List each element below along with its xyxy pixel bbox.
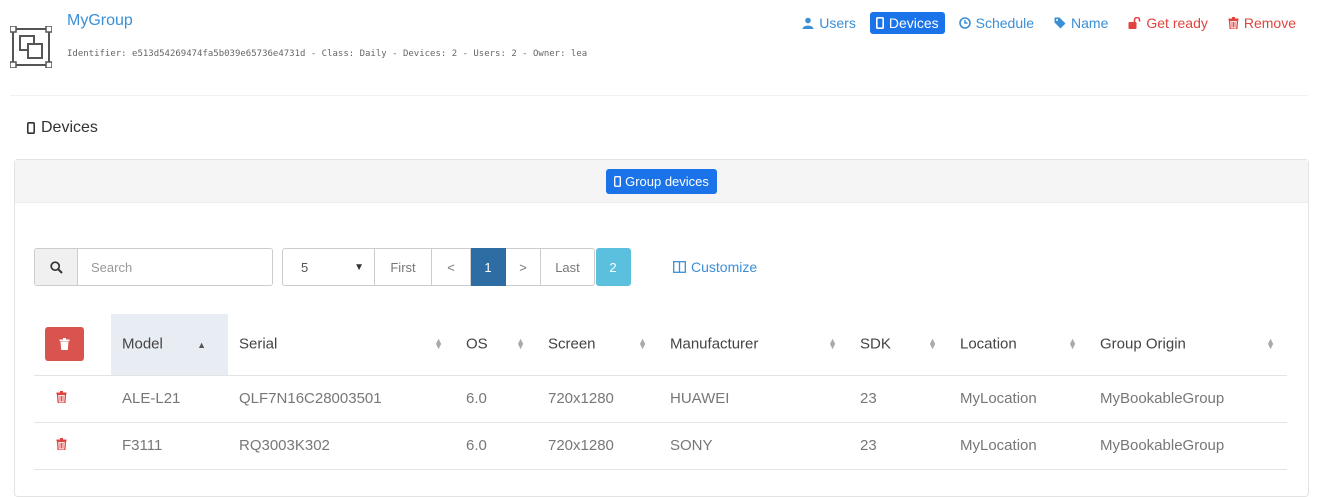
clock-icon bbox=[958, 17, 971, 29]
users-button[interactable]: Users bbox=[796, 12, 862, 34]
table-row[interactable]: ALE-L21 QLF7N16C28003501 6.0 720x1280 HU… bbox=[34, 375, 1287, 423]
mobile-icon bbox=[614, 175, 622, 187]
get-ready-label: Get ready bbox=[1146, 15, 1208, 31]
cell-location: MyLocation bbox=[949, 375, 1089, 423]
users-label: Users bbox=[819, 15, 856, 31]
group-icon bbox=[9, 25, 53, 69]
columns-icon bbox=[673, 261, 686, 273]
customize-button[interactable]: Customize bbox=[673, 259, 757, 275]
prev-page-button[interactable]: < bbox=[432, 248, 471, 286]
cell-model: F3111 bbox=[111, 422, 228, 470]
cell-screen: 720x1280 bbox=[537, 375, 659, 423]
cell-sdk: 23 bbox=[849, 422, 949, 470]
cell-group-origin: MyBookableGroup bbox=[1089, 375, 1287, 423]
tag-icon bbox=[1054, 17, 1066, 29]
col-serial[interactable]: Serial ▲ ▼ bbox=[228, 314, 455, 376]
name-label: Name bbox=[1071, 15, 1109, 31]
row-action-cell bbox=[34, 375, 111, 423]
trash-icon bbox=[1228, 17, 1239, 29]
col-group-origin[interactable]: Group Origin ▲ ▼ bbox=[1089, 314, 1287, 376]
sort-asc-icon: ▲ bbox=[197, 340, 206, 350]
cell-location: MyLocation bbox=[949, 422, 1089, 470]
group-devices-label: Group devices bbox=[625, 173, 709, 189]
sort-icon: ▲ ▼ bbox=[1068, 336, 1077, 351]
cell-os: 6.0 bbox=[455, 422, 537, 470]
caret-down-icon: ▼ bbox=[354, 261, 364, 273]
group-devices-button[interactable]: Group devices bbox=[606, 168, 717, 194]
table-toolbar: 5 ▼ First < 1 > Last 2 Customize bbox=[34, 248, 757, 286]
devices-panel: Group devices 5 ▼ First < 1 > Last 2 Cus… bbox=[14, 159, 1309, 497]
mobile-icon bbox=[875, 17, 884, 29]
cell-group-origin: MyBookableGroup bbox=[1089, 422, 1287, 470]
trash-icon[interactable] bbox=[56, 391, 67, 403]
mobile-icon bbox=[27, 122, 35, 134]
sort-icon: ▲ ▼ bbox=[828, 336, 837, 351]
cell-serial: QLF7N16C28003501 bbox=[228, 375, 455, 423]
section-title-label: Devices bbox=[41, 119, 98, 136]
cell-sdk: 23 bbox=[849, 375, 949, 423]
col-manufacturer[interactable]: Manufacturer ▲ ▼ bbox=[659, 314, 849, 376]
col-model[interactable]: Model ▲ bbox=[111, 314, 228, 376]
delete-selected-button[interactable] bbox=[45, 327, 84, 362]
next-page-button[interactable]: > bbox=[506, 248, 541, 286]
page-size-select[interactable]: 5 ▼ bbox=[282, 248, 375, 286]
cell-manufacturer: HUAWEI bbox=[659, 375, 849, 423]
sort-icon: ▲ ▼ bbox=[516, 336, 525, 351]
total-pages-badge: 2 bbox=[596, 248, 631, 286]
bulk-action-cell bbox=[34, 314, 111, 376]
divider bbox=[10, 95, 1308, 96]
row-action-cell bbox=[34, 422, 111, 470]
customize-label: Customize bbox=[691, 259, 758, 275]
get-ready-button[interactable]: Get ready bbox=[1122, 12, 1213, 34]
schedule-button[interactable]: Schedule bbox=[953, 12, 1040, 34]
col-screen[interactable]: Screen ▲ ▼ bbox=[537, 314, 659, 376]
name-button[interactable]: Name bbox=[1048, 12, 1114, 34]
cell-os: 6.0 bbox=[455, 375, 537, 423]
sort-icon: ▲ ▼ bbox=[928, 336, 937, 351]
trash-icon[interactable] bbox=[56, 438, 67, 450]
remove-label: Remove bbox=[1243, 15, 1296, 31]
unlock-icon bbox=[1128, 17, 1141, 29]
devices-table: Model ▲ Serial ▲ ▼ OS ▲ ▼ Screen ▲ ▼ Manufactur… bbox=[34, 314, 1287, 470]
cell-screen: 720x1280 bbox=[537, 422, 659, 470]
top-actions: Users Devices Schedule Name Get ready Re… bbox=[788, 12, 1302, 34]
first-page-button[interactable]: First bbox=[375, 248, 432, 286]
page-size-value: 5 bbox=[301, 259, 309, 275]
devices-label: Devices bbox=[888, 15, 939, 31]
cell-serial: RQ3003K302 bbox=[228, 422, 455, 470]
last-page-button[interactable]: Last bbox=[541, 248, 595, 286]
col-location[interactable]: Location ▲ ▼ bbox=[949, 314, 1089, 376]
remove-button[interactable]: Remove bbox=[1222, 12, 1302, 34]
section-title: Devices bbox=[27, 119, 98, 137]
user-icon bbox=[802, 17, 814, 29]
group-title[interactable]: MyGroup bbox=[67, 12, 133, 30]
table-row[interactable]: F3111 RQ3003K302 6.0 720x1280 SONY 23 My… bbox=[34, 422, 1287, 470]
cell-manufacturer: SONY bbox=[659, 422, 849, 470]
table-header-row: Model ▲ Serial ▲ ▼ OS ▲ ▼ Screen ▲ ▼ Manufactur… bbox=[34, 314, 1287, 376]
trash-icon bbox=[59, 338, 70, 351]
col-sdk[interactable]: SDK ▲ ▼ bbox=[849, 314, 949, 376]
pagination: First < 1 > Last bbox=[375, 248, 595, 286]
cell-model: ALE-L21 bbox=[111, 375, 228, 423]
sort-icon: ▲ ▼ bbox=[434, 336, 443, 351]
sort-icon: ▲ ▼ bbox=[638, 336, 647, 351]
current-page-button[interactable]: 1 bbox=[471, 248, 506, 286]
group-meta: Identifier: e513d54269474fa5b039e65736e4… bbox=[67, 49, 588, 59]
schedule-label: Schedule bbox=[975, 15, 1035, 31]
search-group bbox=[34, 248, 273, 286]
search-input[interactable] bbox=[78, 249, 272, 285]
sort-icon: ▲ ▼ bbox=[1266, 336, 1275, 351]
panel-header: Group devices bbox=[15, 160, 1308, 203]
col-os[interactable]: OS ▲ ▼ bbox=[455, 314, 537, 376]
search-icon bbox=[35, 249, 78, 285]
devices-button[interactable]: Devices bbox=[869, 12, 945, 34]
